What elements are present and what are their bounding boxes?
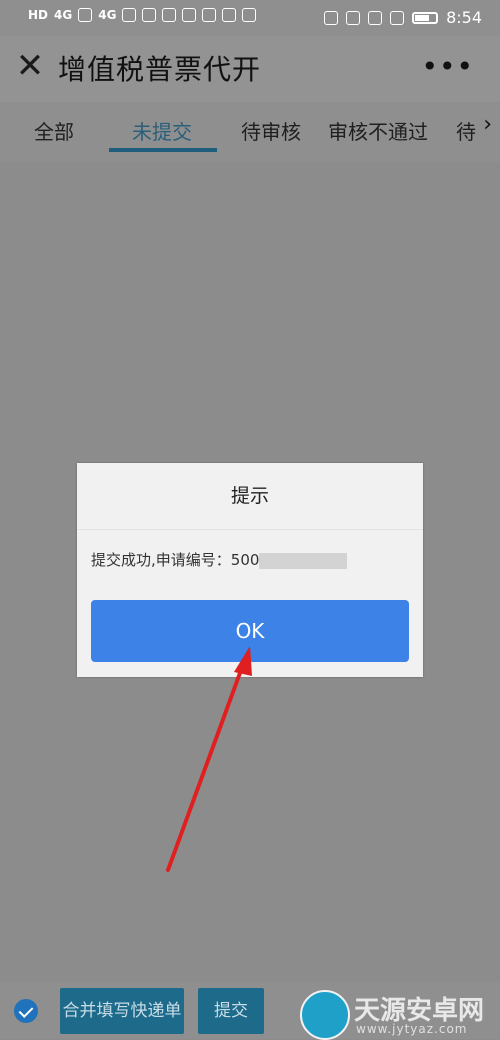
missed-call-icon bbox=[162, 8, 177, 22]
watermark-url: www.jytyaz.com bbox=[356, 1022, 468, 1036]
page-title: 增值税普票代开 bbox=[58, 53, 262, 86]
submit-button[interactable]: 提交 bbox=[198, 988, 264, 1034]
dialog-message: 提交成功,申请编号：500 bbox=[91, 549, 348, 570]
dialog-title: 提示 bbox=[77, 463, 423, 530]
active-tab-indicator bbox=[109, 148, 217, 152]
alert-dialog: 提示 提交成功,申请编号：500 OK bbox=[77, 463, 423, 677]
tab-bar: 全部 未提交 待审核 审核不通过 待 bbox=[0, 102, 500, 162]
masked-number-blur bbox=[259, 552, 348, 569]
hd-indicator: HD bbox=[28, 8, 49, 22]
signal-icon-2 bbox=[122, 8, 137, 22]
tab-pending-review[interactable]: 待审核 bbox=[241, 116, 301, 145]
network-4g-2: 4G bbox=[98, 8, 117, 22]
tab-not-submitted[interactable]: 未提交 bbox=[132, 116, 192, 145]
close-icon[interactable]: ✕ bbox=[14, 49, 46, 83]
status-left-icons: HD 4G 4G bbox=[28, 8, 257, 22]
search-icon bbox=[182, 8, 197, 22]
app-notification-icon-3 bbox=[242, 8, 257, 22]
network-4g-1: 4G bbox=[54, 8, 73, 22]
tab-pending-more[interactable]: 待 bbox=[456, 116, 476, 145]
ok-button[interactable]: OK bbox=[91, 600, 409, 662]
nfc-icon bbox=[346, 10, 361, 25]
tab-review-rejected[interactable]: 审核不通过 bbox=[328, 116, 428, 145]
app-header: ✕ 增值税普票代开 ••• bbox=[0, 36, 500, 102]
app-notification-icon-2 bbox=[222, 8, 237, 22]
battery-icon bbox=[412, 11, 439, 24]
application-number: 500 bbox=[230, 551, 260, 569]
dialog-message-prefix: 提交成功,申请编号： bbox=[91, 551, 231, 569]
status-bar: HD 4G 4G 8:54 bbox=[0, 0, 500, 36]
android-logo-icon bbox=[300, 990, 350, 1040]
signal-icon bbox=[78, 8, 93, 22]
bluetooth-icon bbox=[390, 10, 405, 25]
alarm-icon bbox=[368, 10, 383, 25]
status-right-icons: 8:54 bbox=[324, 8, 482, 27]
wifi-icon bbox=[142, 8, 157, 22]
tab-all[interactable]: 全部 bbox=[34, 116, 74, 145]
eye-icon bbox=[324, 10, 339, 25]
clock: 8:54 bbox=[446, 8, 482, 27]
merge-express-form-button[interactable]: 合并填写快递单 bbox=[60, 988, 184, 1034]
site-watermark: 天源安卓网 www.jytyaz.com bbox=[300, 988, 490, 1040]
more-menu-icon[interactable]: ••• bbox=[421, 50, 474, 83]
app-notification-icon bbox=[202, 8, 217, 22]
chevron-right-icon[interactable]: › bbox=[483, 112, 492, 137]
select-all-checkbox[interactable] bbox=[14, 999, 38, 1023]
